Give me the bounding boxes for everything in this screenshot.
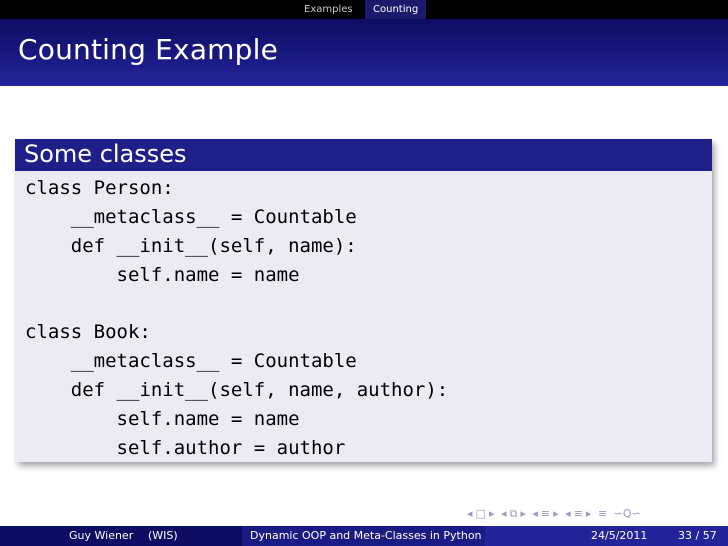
code-line: __metaclass__ = Countable — [25, 205, 357, 228]
block-body: class Person: __metaclass__ = Countable … — [15, 171, 712, 462]
code-line: def __init__(self, name): — [25, 234, 357, 257]
nav-tab-counting[interactable]: Counting — [365, 0, 427, 19]
code-line: self.name = name — [25, 263, 300, 286]
frame-title-bar: Counting Example — [0, 19, 728, 86]
arrow-left-icon[interactable]: ◂ — [565, 507, 571, 520]
arrow-left-icon[interactable]: ◂ — [501, 507, 507, 520]
code-listing: class Person: __metaclass__ = Countable … — [25, 174, 448, 463]
code-line: def __init__(self, name, author): — [25, 379, 449, 402]
footer: Guy Wiener (WIS) Dynamic OOP and Meta-Cl… — [0, 526, 728, 546]
nav-tab-examples[interactable]: Examples — [296, 0, 361, 19]
block-title: Some classes — [24, 140, 187, 168]
footer-author: Guy Wiener — [69, 529, 134, 542]
arrow-right-icon[interactable]: ▸ — [489, 507, 495, 520]
code-line: self.author = author — [25, 437, 346, 460]
search-icon[interactable]: ∽Q∽ — [614, 507, 641, 520]
code-line: class Person: — [25, 177, 174, 199]
arrow-right-icon[interactable]: ▸ — [553, 507, 559, 520]
block-header: Some classes — [15, 139, 712, 171]
top-navigation-bar: Examples Counting — [0, 0, 728, 19]
section-icon[interactable]: ≡ — [541, 507, 550, 520]
footer-title-segment: Dynamic OOP and Meta-Classes in Python — [242, 526, 485, 546]
frame-title: Counting Example — [18, 33, 279, 66]
align-icon[interactable]: ≡ — [598, 507, 607, 520]
footer-date: 24/5/2011 — [591, 529, 648, 542]
arrow-left-icon[interactable]: ◂ — [467, 507, 473, 520]
footer-author-segment: Guy Wiener (WIS) — [0, 526, 242, 546]
footer-page-number: 33 / 57 — [678, 529, 717, 542]
footer-title: Dynamic OOP and Meta-Classes in Python — [250, 529, 482, 542]
footer-date-segment: 24/5/2011 33 / 57 — [485, 526, 728, 546]
navigation-symbols: ◂ □ ▸ ◂ ⧉ ▸ ◂ ≡ ▸ ◂ ≡ ▸ ≡ ∽Q∽ — [467, 507, 644, 523]
code-block: Some classes class Person: __metaclass__… — [15, 139, 712, 462]
subsection-icon[interactable]: ⧉ — [510, 507, 518, 521]
code-line: __metaclass__ = Countable — [25, 350, 357, 373]
code-line: class Book: — [25, 321, 151, 344]
section-icon[interactable]: ≡ — [574, 507, 583, 520]
arrow-left-icon[interactable]: ◂ — [532, 507, 538, 520]
arrow-right-icon[interactable]: ▸ — [520, 507, 526, 520]
code-line: self.name = name — [25, 408, 300, 431]
footer-institute: (WIS) — [148, 529, 178, 542]
arrow-right-icon[interactable]: ▸ — [586, 507, 592, 520]
frame-icon[interactable]: □ — [476, 507, 486, 520]
